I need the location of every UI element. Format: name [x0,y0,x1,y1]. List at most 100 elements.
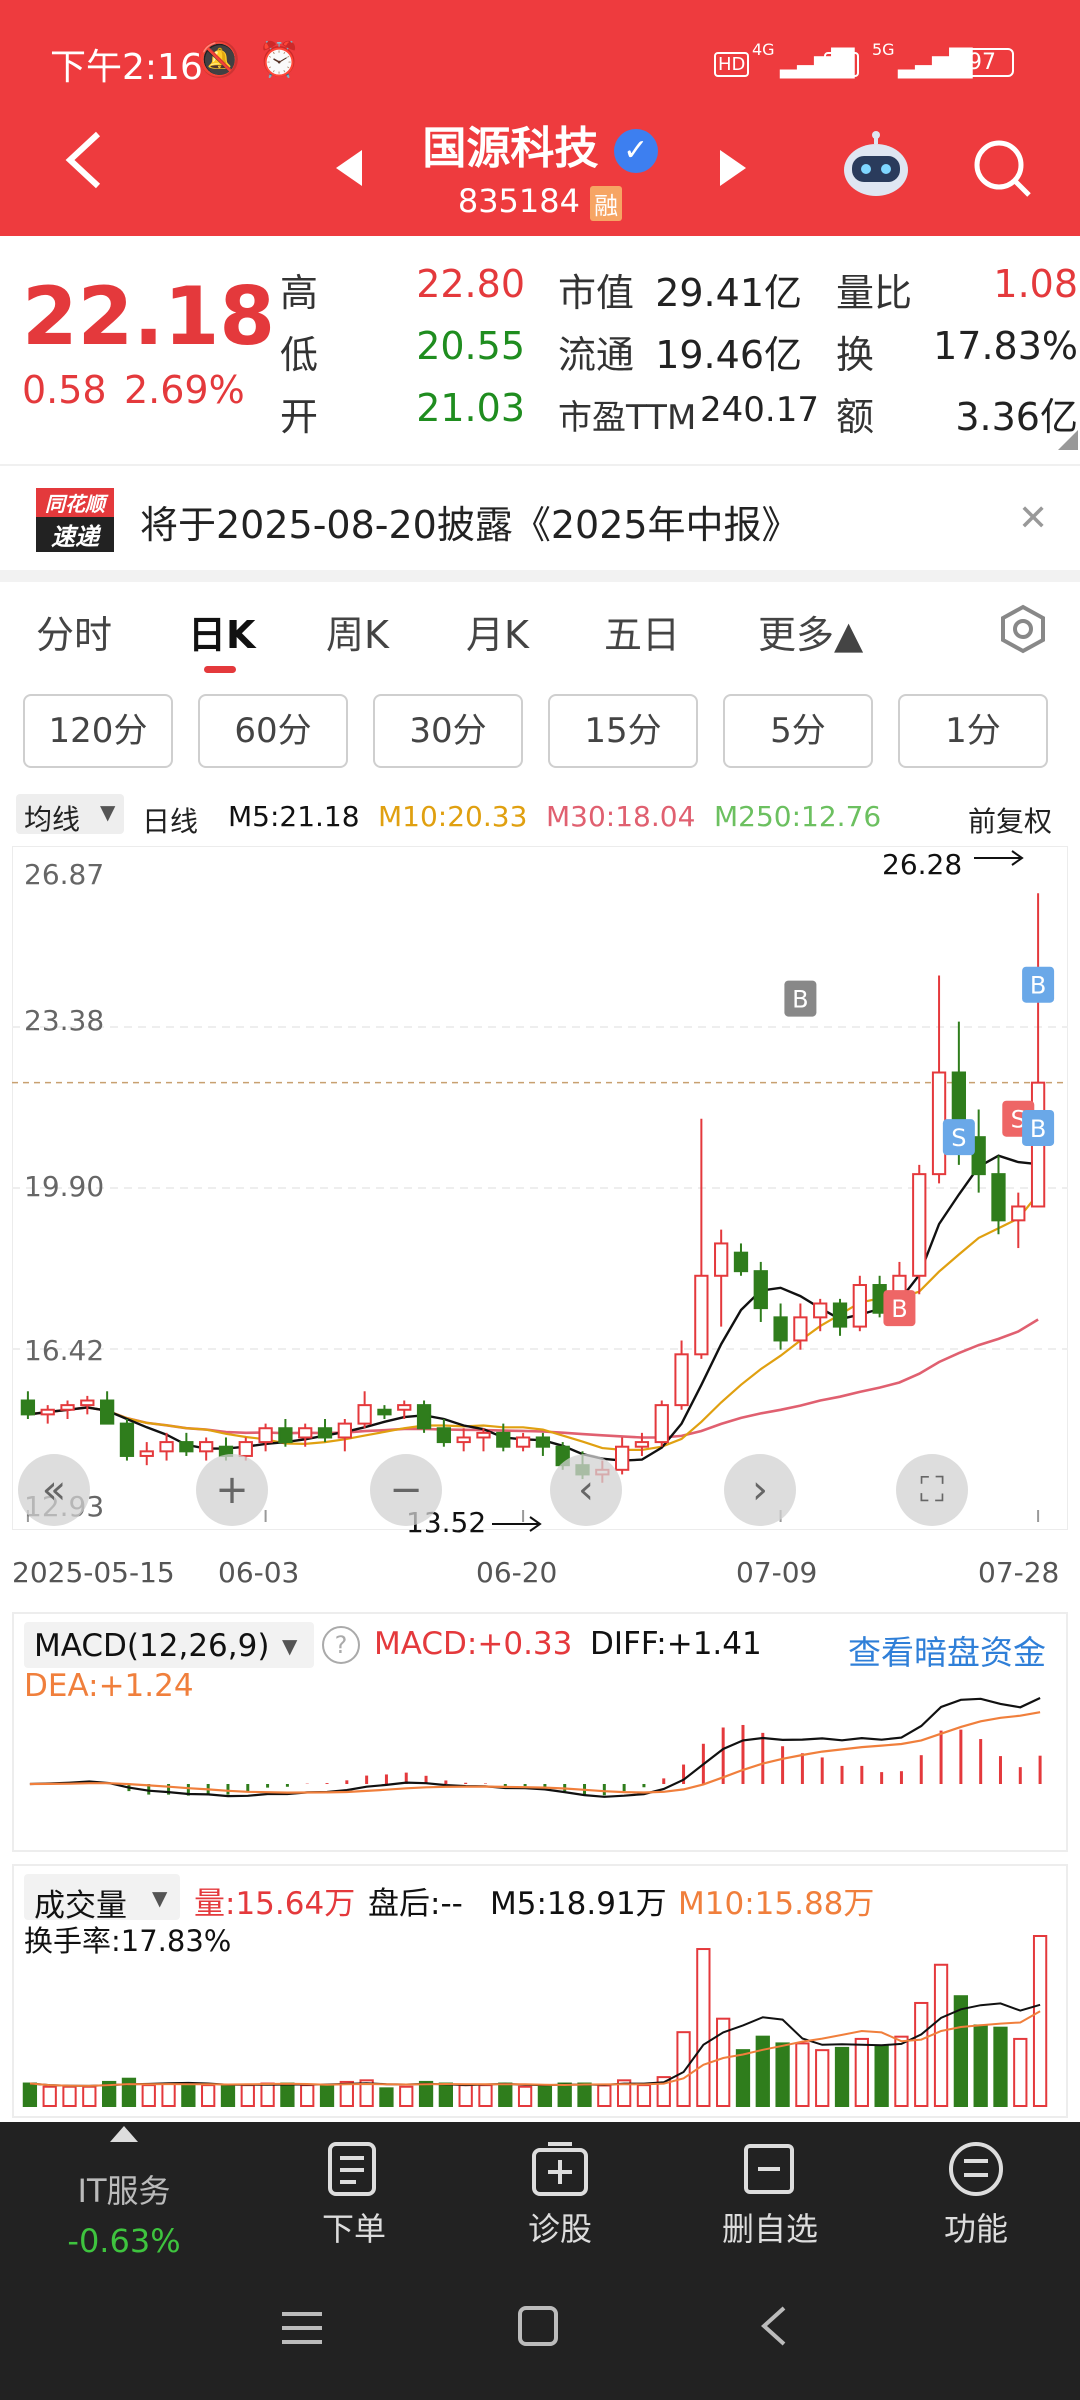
close-notice-icon[interactable]: ✕ [1018,498,1048,539]
tab-five-day[interactable]: 五日 [604,604,680,659]
fullscreen-icon: ⛶ [920,1470,944,1510]
volume-bar [418,2080,434,2108]
candle-body [614,1445,630,1471]
volume-bar [478,2084,493,2107]
volume-bar [62,2085,77,2108]
tab-weekly-k[interactable]: 周K [326,604,389,659]
volume-bar [220,2084,236,2107]
x-tick-2: 06-20 [476,1556,558,1589]
hd-badge: HD [714,52,750,77]
sector-name[interactable]: IT服务 [44,2166,204,2212]
candle-body [179,1441,194,1453]
volume-bar [874,2044,889,2108]
alarm-icon: ⏰ [258,40,301,80]
trade-marker-label: B [1030,972,1046,1000]
y-tick-0: 26.87 [24,858,105,891]
volume-bar [240,2084,255,2107]
candle-body [60,1404,75,1411]
mktcap-value: 29.41亿 [655,271,802,315]
recent-apps-button[interactable] [280,2308,324,2352]
robot-assistant-button[interactable] [840,130,912,206]
zoom-out-button[interactable]: − [370,1454,442,1526]
volume-bar [834,2046,850,2108]
volume-bar [201,2084,216,2107]
candle-body [694,1274,709,1356]
ths-news-logo: 同花顺 速递 [36,488,114,552]
search-icon [974,140,1031,197]
period-60min[interactable]: 60分 [198,694,348,768]
volume-bar [280,2082,295,2107]
adjust-mode[interactable]: 前复权 [968,800,1052,840]
scroll-right-button[interactable]: › [724,1454,796,1526]
back-chevron-icon [761,2306,786,2346]
volume-bar [339,2080,354,2108]
search-button[interactable] [972,138,1032,202]
zoom-in-button[interactable]: + [196,1454,268,1526]
logo-line2: 速递 [36,517,114,552]
home-square-icon [518,2306,558,2346]
tab-fenshi[interactable]: 分时 [36,604,112,659]
candle-body [40,1408,55,1416]
candle-body [753,1270,768,1310]
tab-daily-k[interactable]: 日K [188,604,255,659]
period-5min[interactable]: 5分 [723,694,873,768]
volume-bar [379,2087,394,2108]
expand-corner-icon[interactable] [1058,430,1078,454]
stock-code: 835184 [457,182,580,220]
candlestick-chart[interactable]: BS BBSB [12,846,1068,1530]
ma-selector[interactable]: 均线 ▼ [16,794,124,836]
volume-bar [82,2085,97,2108]
volume-bar [537,2084,553,2107]
volume-bar [399,2085,414,2108]
scroll-left-button[interactable]: ‹ [550,1454,622,1526]
candle-body [634,1441,650,1448]
y-tick-1: 23.38 [24,1004,105,1037]
candle-body [912,1173,927,1277]
float-label: 流通 [558,333,635,377]
double-chevron-left-icon: « [41,1467,67,1513]
zoom-out-double-left-button[interactable]: « [18,1454,90,1526]
network-5g: 5G [872,40,895,59]
sector-expand-icon[interactable] [110,2126,138,2146]
fullscreen-button[interactable]: ⛶ [896,1454,968,1526]
candle-body [238,1441,253,1457]
candle-body [199,1441,214,1453]
home-button[interactable] [516,2304,560,2352]
trade-marker-label: B [792,986,808,1014]
candle-body [80,1399,95,1407]
dea-line [29,1711,1041,1794]
candle-body [674,1353,689,1407]
chart-settings-button[interactable] [998,604,1048,658]
candle-body [377,1408,392,1416]
high-label: 高 [280,271,319,315]
volume-bar [953,1995,969,2108]
candle-body [20,1399,36,1416]
battery-icon: 97 [950,48,1014,77]
next-stock-button[interactable] [720,150,746,190]
sector-change: -0.63% [67,2222,181,2260]
period-1min[interactable]: 1分 [898,694,1048,768]
x-tick-0: 2025-05-15 [12,1556,175,1589]
period-120min[interactable]: 120分 [23,694,173,768]
minus-icon: − [389,1467,423,1513]
period-30min[interactable]: 30分 [373,694,523,768]
x-tick-4: 07-28 [978,1556,1060,1589]
notice-bar[interactable]: 同花顺 速递 将于2025-08-20披露《2025年中报》 ✕ [0,464,1080,570]
volume-bar [557,2082,572,2107]
candle-body [733,1251,749,1273]
max-price-label: 26.28 [882,848,963,881]
system-back-button[interactable] [756,2304,792,2352]
tab-more[interactable]: 更多▲ [758,604,863,659]
diagnose-label: 诊股 [527,2210,592,2248]
app-header: 下午2:16 🔕 ⏰ HD 4G ▂▃▅▇ HD 5G ▂▃▅▇ 97 国源科技… [0,0,1080,236]
period-15min[interactable]: 15分 [548,694,698,768]
tab-monthly-k[interactable]: 月K [466,604,529,659]
ma10-value: M10:20.33 [378,800,528,833]
pe-value: 240.17 [700,390,819,430]
trade-marker-label: S [951,1124,966,1152]
y-tick-2: 19.90 [24,1170,105,1203]
min-arrow-icon [492,1516,542,1532]
active-tab-indicator [204,666,236,673]
volume-bar [161,2082,176,2107]
volume-chart [22,1935,1048,2108]
